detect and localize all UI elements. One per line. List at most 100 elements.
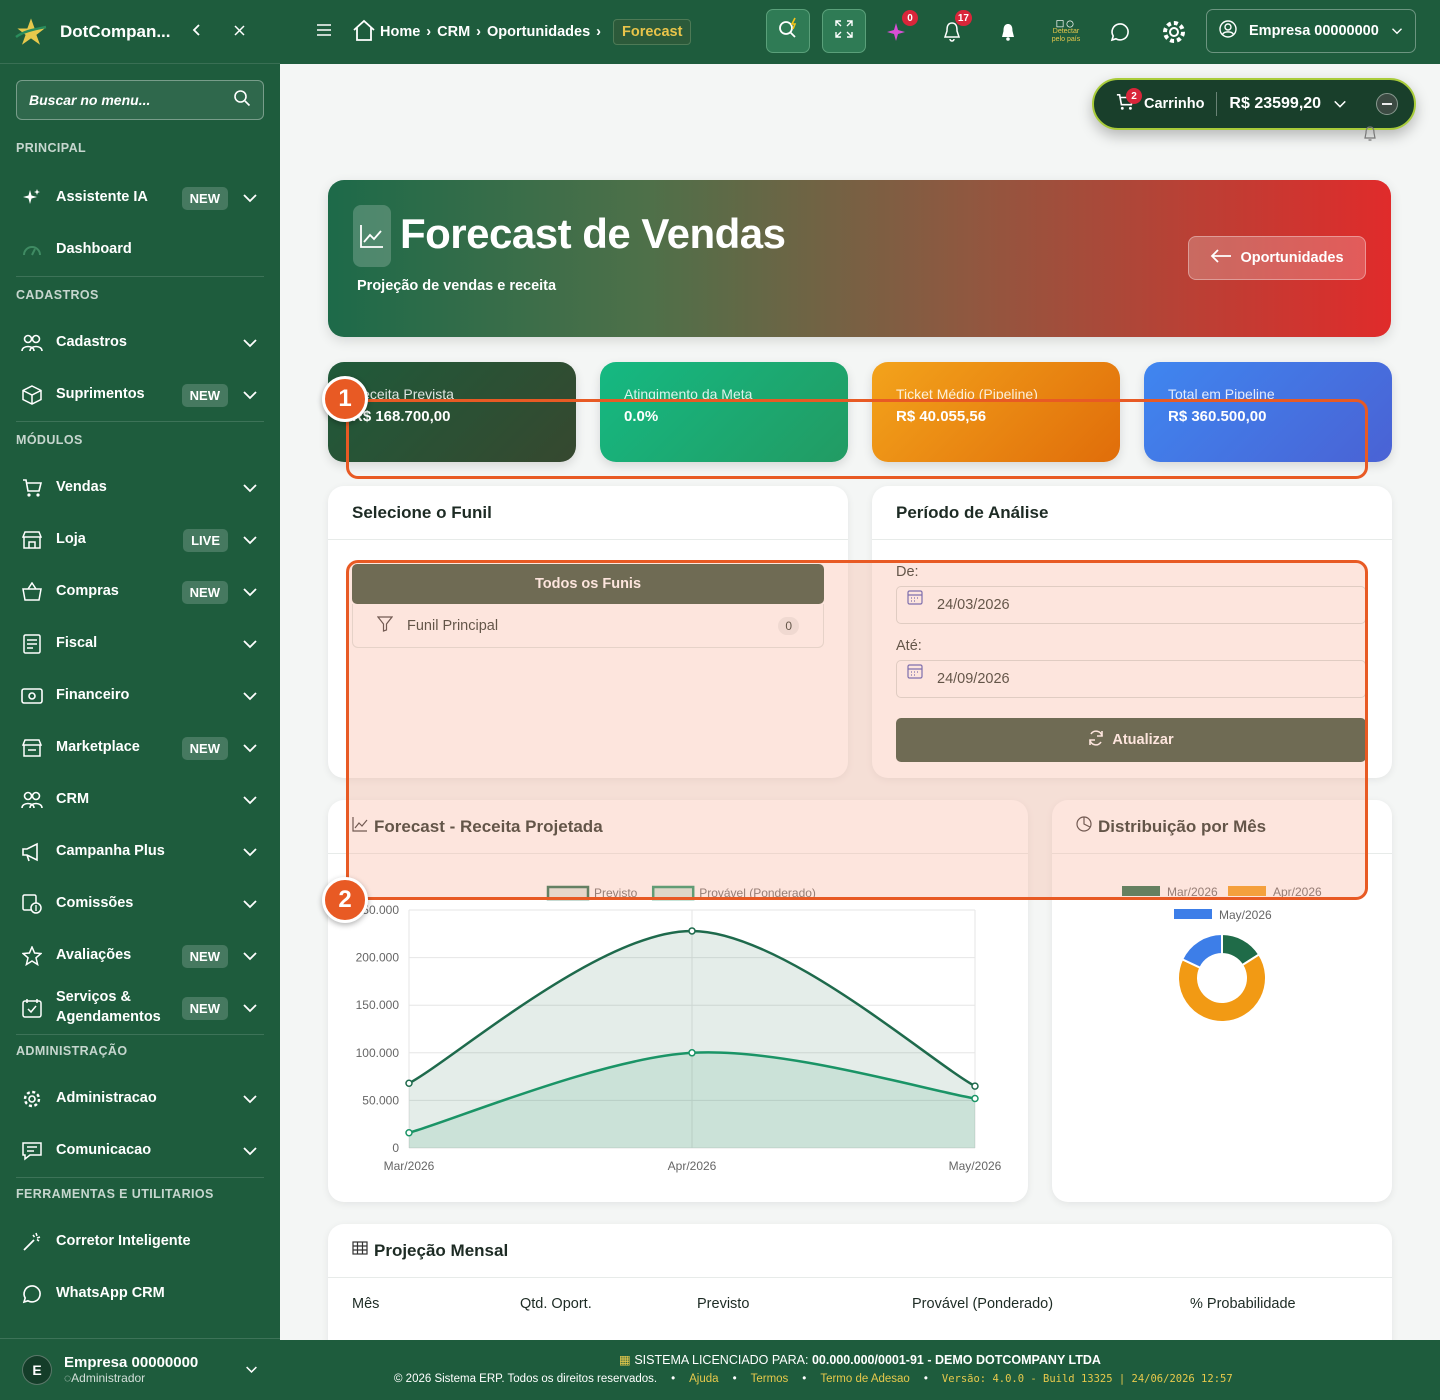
sidebar-item-campanha-plus[interactable]: Campanha Plus	[0, 826, 280, 878]
close-icon[interactable]	[234, 23, 245, 41]
breadcrumb-oportunidades[interactable]: Oportunidades	[487, 24, 590, 40]
sidebar-item-servicos[interactable]: Serviços & Agendamentos NEW	[0, 982, 280, 1034]
breadcrumb: Home › CRM › Oportunidades › Forecast	[352, 19, 692, 45]
notifications-bell-icon[interactable]: 17	[940, 10, 972, 44]
back-to-opportunities-button[interactable]: Oportunidades	[1188, 236, 1366, 280]
magic-wand-icon	[20, 1230, 44, 1254]
sidebar-item-comissoes[interactable]: Comissões	[0, 878, 280, 930]
fullscreen-button[interactable]	[822, 9, 866, 53]
menu-search-input[interactable]	[29, 92, 233, 108]
sidebar-item-corretor[interactable]: Corretor Inteligente	[0, 1216, 280, 1268]
chevron-down-icon[interactable]	[242, 190, 258, 206]
sidebar-item-comunicacao[interactable]: Comunicacao	[0, 1125, 280, 1177]
cart-widget[interactable]: 2 Carrinho R$ 23599,20	[1092, 78, 1416, 130]
version-info: Versão: 4.0.0 - Build 13325 | 24/06/2026…	[941, 1373, 1233, 1385]
gauge-icon	[20, 238, 44, 262]
arrow-left-icon	[1210, 249, 1232, 267]
whatsapp-icon[interactable]	[1108, 20, 1132, 44]
chevron-down-icon[interactable]	[245, 1363, 258, 1376]
table-header-previsto[interactable]: Previsto	[697, 1296, 749, 1312]
chevron-down-icon[interactable]	[242, 688, 258, 704]
page-subtitle: Projeção de vendas e receita	[357, 278, 557, 294]
chevron-down-icon[interactable]	[242, 792, 258, 808]
detect-country-button[interactable]: Detectar pelo país	[1046, 20, 1086, 44]
table-header-probabilidade[interactable]: % Probabilidade	[1190, 1296, 1296, 1312]
y-tick-label: 0	[392, 1141, 399, 1155]
funnel-card-title: Selecione o Funil	[328, 486, 848, 540]
user-role: Administrador	[71, 1371, 146, 1385]
chevron-down-icon[interactable]	[242, 636, 258, 652]
minimize-cart-button[interactable]	[1376, 93, 1398, 115]
chevron-down-icon[interactable]	[242, 1000, 258, 1016]
sidebar-item-whatsapp[interactable]: WhatsApp CRM	[0, 1268, 280, 1320]
star-logo-icon[interactable]	[14, 15, 48, 49]
breadcrumb-crm[interactable]: CRM	[437, 24, 470, 40]
chevron-down-icon[interactable]	[242, 1143, 258, 1159]
chevron-down-icon[interactable]	[242, 480, 258, 496]
chevron-down-icon[interactable]	[242, 584, 258, 600]
annotation-box-2	[346, 560, 1368, 900]
search-icon[interactable]	[233, 89, 251, 112]
megaphone-icon	[20, 840, 44, 864]
sidebar-item-assistente-ia[interactable]: Assistente IA NEW	[0, 172, 280, 224]
hamburger-menu-icon[interactable]	[316, 23, 336, 42]
table-header-qtd[interactable]: Qtd. Oport.	[520, 1296, 592, 1312]
chevron-down-icon[interactable]	[242, 532, 258, 548]
bullet: •	[732, 1373, 737, 1385]
sidebar-item-label: Loja	[56, 531, 86, 548]
sidebar-item-fiscal[interactable]: Fiscal	[0, 618, 280, 670]
settings-gear-icon[interactable]	[1160, 18, 1188, 46]
ai-sparkle-icon[interactable]: 0	[886, 10, 918, 44]
table-header-provavel[interactable]: Provável (Ponderado)	[912, 1296, 1053, 1312]
chevron-down-icon[interactable]	[242, 387, 258, 403]
new-badge: NEW	[181, 580, 228, 604]
sidebar-item-dashboard[interactable]: Dashboard	[0, 224, 280, 276]
chevron-down-icon[interactable]	[242, 844, 258, 860]
user-profile[interactable]: E Empresa 00000000 ◌Administrador	[0, 1338, 280, 1400]
y-tick-label: 50.000	[362, 1093, 399, 1107]
table-header-mes[interactable]: Mês	[352, 1296, 379, 1312]
alert-bell-icon[interactable]	[996, 20, 1020, 44]
license-line: ▦ SISTEMA LICENCIADO PARA: 00.000.000/00…	[280, 1352, 1440, 1367]
company-selector[interactable]: Empresa 00000000	[1206, 9, 1416, 53]
quick-search-button[interactable]	[766, 9, 810, 53]
page-title: Forecast de Vendas	[400, 210, 786, 257]
cart-icon	[20, 476, 44, 500]
breadcrumb-separator-icon: ›	[596, 24, 601, 40]
sidebar-item-marketplace[interactable]: Marketplace NEW	[0, 722, 280, 774]
footer-link-termos[interactable]: Termos	[751, 1373, 789, 1385]
section-ferramentas: FERRAMENTAS E UTILITARIOS	[16, 1187, 214, 1201]
sidebar-item-administracao[interactable]: Administracao	[0, 1073, 280, 1125]
sidebar-item-avaliacoes[interactable]: Avaliações NEW	[0, 930, 280, 982]
chart-line-icon	[353, 205, 391, 267]
sidebar-item-vendas[interactable]: Vendas	[0, 462, 280, 514]
chevron-down-icon[interactable]	[1333, 97, 1347, 111]
chevron-down-icon[interactable]	[242, 896, 258, 912]
sidebar-item-suprimentos[interactable]: Suprimentos NEW	[0, 369, 280, 421]
bell-outline-icon[interactable]	[1363, 126, 1377, 147]
footer-link-ajuda[interactable]: Ajuda	[689, 1373, 718, 1385]
collapse-sidebar-icon[interactable]	[190, 20, 210, 43]
sidebar-item-label: Suprimentos	[56, 386, 145, 403]
distribution-donut-chart: Mar/2026 Apr/2026May/2026	[1122, 885, 1322, 1023]
chevron-down-icon[interactable]	[242, 948, 258, 964]
chevron-down-icon[interactable]	[242, 335, 258, 351]
annotation-marker-2: 2	[322, 877, 368, 923]
sidebar-item-cadastros[interactable]: Cadastros	[0, 317, 280, 369]
legend-swatch	[1174, 909, 1212, 919]
chevron-down-icon[interactable]	[242, 1091, 258, 1107]
sidebar-item-crm[interactable]: CRM	[0, 774, 280, 826]
home-icon[interactable]	[352, 19, 376, 45]
breadcrumb-home[interactable]: Home	[380, 24, 420, 40]
bullet: •	[802, 1373, 807, 1385]
y-tick-label: 200.000	[356, 951, 400, 965]
sidebar-item-financeiro[interactable]: Financeiro	[0, 670, 280, 722]
breadcrumb-current: Forecast	[612, 19, 692, 45]
sidebar-item-loja[interactable]: Loja LIVE	[0, 514, 280, 566]
chevron-down-icon[interactable]	[242, 740, 258, 756]
breadcrumb-separator-icon: ›	[426, 24, 432, 40]
sidebar-item-compras[interactable]: Compras NEW	[0, 566, 280, 618]
sidebar-item-label: Comissões	[56, 895, 134, 912]
message-icon	[20, 1139, 44, 1163]
footer-link-termo-adesao[interactable]: Termo de Adesao	[820, 1373, 910, 1385]
